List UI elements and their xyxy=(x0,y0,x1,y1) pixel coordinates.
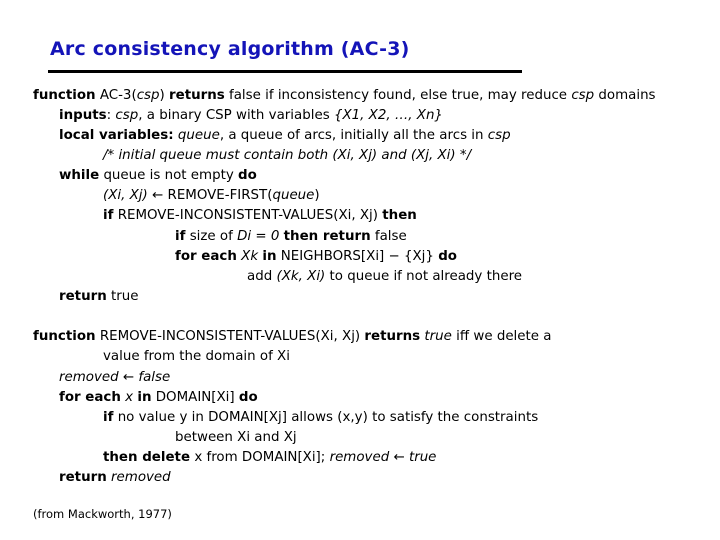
riv-signature: function REMOVE-INCONSISTENT-VALUES(Xi, … xyxy=(33,329,552,344)
riv-if: if no value y in DOMAIN[Xj] allows (x,y)… xyxy=(103,410,539,425)
ac3-add: add (Xk, Xi) to queue if not already the… xyxy=(247,269,523,284)
ac3-remove-first: (Xi, Xj) ← REMOVE-FIRST(queue) xyxy=(103,188,320,203)
riv-init: removed ← false xyxy=(59,370,171,385)
ac3-while: while queue is not empty do xyxy=(59,168,257,183)
ac3-return: return true xyxy=(59,289,139,304)
ac3-inputs: inputs: csp, a binary CSP with variables… xyxy=(59,108,443,123)
source-citation: (from Mackworth, 1977) xyxy=(33,507,172,521)
ac3-local-variables: local variables: queue, a queue of arcs,… xyxy=(59,128,511,143)
riv-if-cont: between Xi and Xj xyxy=(175,430,297,445)
ac3-comment: /* initial queue must contain both (Xi, … xyxy=(103,148,472,163)
title-divider xyxy=(48,70,522,73)
riv-for-each: for each x in DOMAIN[Xi] do xyxy=(59,390,258,405)
ac3-if-size: if size of Di = 0 then return false xyxy=(175,229,407,244)
ac3-if-remove: if REMOVE-INCONSISTENT-VALUES(Xi, Xj) th… xyxy=(103,208,417,223)
riv-signature-cont: value from the domain of Xi xyxy=(103,349,290,364)
ac3-for-each: for each Xk in NEIGHBORS[Xi] − {Xj} do xyxy=(175,249,457,264)
riv-return: return removed xyxy=(59,470,171,485)
riv-then: then delete x from DOMAIN[Xi]; removed ←… xyxy=(103,450,437,465)
page-title: Arc consistency algorithm (AC-3) xyxy=(50,38,410,60)
ac3-signature: function AC-3(csp) returns false if inco… xyxy=(33,88,656,103)
